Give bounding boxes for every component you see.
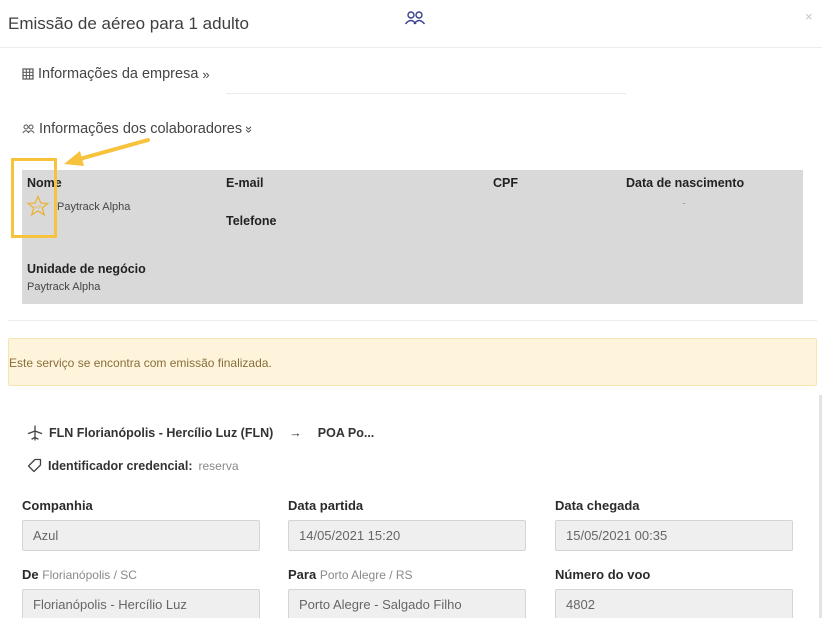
tag-icon [27, 458, 42, 473]
building-icon [22, 68, 34, 80]
chegada-field[interactable] [555, 520, 793, 551]
companhia-field[interactable] [22, 520, 260, 551]
plane-icon [27, 425, 43, 441]
flight-route: FLN Florianópolis - Hercílio Luz (FLN) →… [27, 425, 374, 441]
birth-date-value [683, 203, 685, 204]
people-small-icon [22, 124, 35, 134]
section-empresa-label: Informações da empresa [38, 66, 199, 82]
voo-field[interactable] [555, 589, 793, 618]
highlight-annotation-box [11, 158, 57, 238]
credential-label: Identificador credencial: [48, 458, 193, 473]
chevron-down-icon: » [242, 125, 258, 133]
para-label-text: Para [288, 567, 317, 582]
de-field[interactable] [22, 589, 260, 618]
credential-value: reserva [198, 458, 239, 473]
chevron-right-icon: » [202, 66, 210, 82]
de-city: Florianópolis / SC [42, 568, 137, 582]
para-field[interactable] [288, 589, 526, 618]
section-empresa-toggle[interactable]: Informações da empresa » [22, 66, 210, 82]
modal-header: Emissão de aéreo para 1 adulto × [0, 0, 822, 48]
modal-title: Emissão de aéreo para 1 adulto [8, 14, 249, 33]
para-city: Porto Alegre / RS [319, 568, 413, 582]
route-arrow: → [289, 426, 302, 440]
para-label: Para Porto Alegre / RS [288, 567, 413, 582]
people-icon [404, 11, 426, 25]
collaborator-card [22, 170, 803, 304]
col-header-telefone: Telefone [226, 214, 277, 228]
section-colaboradores-label: Informações dos colaboradores [39, 121, 243, 137]
col-header-cpf: CPF [493, 176, 518, 190]
divider [8, 320, 817, 321]
de-label: De Florianópolis / SC [22, 567, 137, 582]
credential-row: Identificador credencial: reserva [27, 458, 239, 473]
close-button[interactable]: × [805, 9, 813, 24]
alert-text: Este serviço se encontra com emissão fin… [9, 356, 272, 370]
partida-label: Data partida [288, 498, 364, 513]
voo-label: Número do voo [555, 567, 651, 582]
companhia-label: Companhia [22, 498, 93, 513]
collaborator-name: Paytrack Alpha [57, 201, 131, 213]
col-header-nascimento: Data de nascimento [626, 176, 745, 190]
status-alert: Este serviço se encontra com emissão fin… [8, 338, 817, 386]
collaborator-unit: Paytrack Alpha [27, 281, 101, 293]
partida-field[interactable] [288, 520, 526, 551]
section-colaboradores-toggle[interactable]: Informações dos colaboradores » [22, 121, 257, 137]
chegada-label: Data chegada [555, 498, 640, 513]
de-label-text: De [22, 567, 39, 582]
divider [226, 93, 626, 94]
route-destination: POA Po... [317, 426, 375, 440]
route-origin: FLN Florianópolis - Hercílio Luz (FLN) [49, 426, 274, 440]
col-header-unidade: Unidade de negócio [27, 262, 146, 276]
col-header-email: E-mail [226, 176, 264, 190]
